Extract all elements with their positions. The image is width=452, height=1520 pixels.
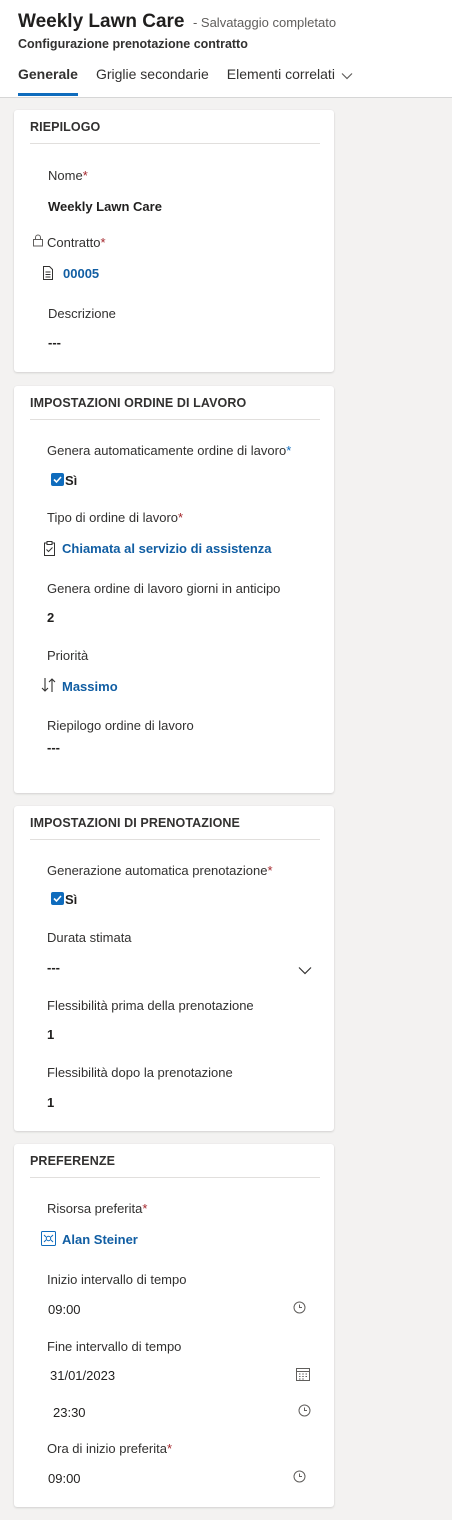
resource-icon [41, 1231, 56, 1251]
auto-generate-label: Genera automaticamente ordine di lavoro* [47, 443, 291, 458]
section-divider [30, 419, 320, 420]
save-status: - Salvataggio completato [192, 15, 337, 30]
name-label-text: Nome [48, 168, 83, 183]
auto-booking-label-text: Generazione automatica prenotazione [47, 863, 268, 878]
required-marker: * [166, 1441, 173, 1456]
contract-link[interactable]: 00005 [63, 266, 99, 281]
tab-bar: Generale Griglie secondarie Elementi cor… [18, 66, 371, 96]
tab-generale-label: Generale [18, 66, 78, 82]
window-end-time-field[interactable]: 23:30 [53, 1405, 86, 1420]
clipboard-icon [43, 541, 56, 561]
contract-label: Contratto* [47, 235, 106, 250]
section-title: PREFERENZE [30, 1154, 116, 1168]
recommended-marker: * [286, 443, 292, 458]
auto-generate-value: Sì [65, 473, 78, 488]
clock-icon[interactable] [293, 1470, 306, 1488]
work-order-type-label-text: Tipo di ordine di lavoro [47, 510, 179, 525]
preferences-section: PREFERENZE Risorsa preferita* Alan Stein… [14, 1144, 334, 1507]
name-field[interactable]: Weekly Lawn Care [48, 199, 162, 214]
section-title: IMPOSTAZIONI ORDINE DI LAVORO [30, 396, 247, 410]
required-marker: * [142, 1201, 148, 1216]
window-start-label: Inizio intervallo di tempo [47, 1272, 187, 1287]
document-icon [42, 266, 54, 285]
flex-after-label: Flessibilità dopo la prenotazione [47, 1065, 233, 1080]
section-title: IMPOSTAZIONI DI PRENOTAZIONE [30, 816, 240, 830]
work-order-type-link[interactable]: Chiamata al servizio di assistenza [62, 541, 272, 556]
auto-booking-checkbox[interactable] [51, 892, 64, 905]
preferred-resource-link[interactable]: Alan Steiner [62, 1232, 138, 1247]
description-label: Descrizione [48, 306, 116, 321]
form-header: Weekly Lawn Care - Salvataggio completat… [0, 0, 452, 98]
section-title: RIEPILOGO [30, 120, 101, 134]
window-start-field[interactable]: 09:00 [48, 1302, 81, 1317]
priority-link[interactable]: Massimo [62, 679, 118, 694]
preferred-resource-label-text: Risorsa preferita [47, 1201, 143, 1216]
duration-dropdown[interactable]: --- [47, 960, 317, 980]
required-marker: * [100, 235, 106, 250]
chevron-down-icon[interactable] [298, 962, 312, 980]
duration-value: --- [47, 960, 60, 975]
window-end-date-field[interactable]: 31/01/2023 [50, 1368, 115, 1383]
auto-booking-label: Generazione automatica prenotazione* [47, 863, 273, 878]
days-in-advance-label: Genera ordine di lavoro giorni in antici… [47, 581, 281, 596]
preferred-start-time-label: Ora di inizio preferita* [47, 1441, 172, 1456]
title-row: Weekly Lawn Care - Salvataggio completat… [18, 11, 336, 33]
clock-icon[interactable] [298, 1404, 311, 1422]
work-order-type-label: Tipo di ordine di lavoro* [47, 510, 183, 525]
lock-icon [32, 234, 44, 252]
required-marker: * [267, 863, 273, 878]
record-title: Weekly Lawn Care [18, 11, 185, 32]
clock-icon[interactable] [293, 1301, 306, 1319]
tab-griglie-secondarie[interactable]: Griglie secondarie [96, 66, 209, 96]
description-field[interactable]: --- [48, 335, 61, 350]
priority-label: Priorità [47, 648, 89, 663]
form-subtitle: Configurazione prenotazione contratto [18, 37, 248, 51]
required-marker: * [178, 510, 184, 525]
auto-booking-value: Sì [65, 892, 78, 907]
flex-after-field[interactable]: 1 [47, 1095, 54, 1110]
required-marker: * [82, 168, 88, 183]
flex-before-field[interactable]: 1 [47, 1027, 54, 1042]
duration-label: Durata stimata [47, 930, 132, 945]
summary-section: RIEPILOGO Nome* Weekly Lawn Care Contrat… [14, 110, 334, 372]
tab-griglie-label: Griglie secondarie [95, 66, 209, 82]
section-divider [30, 839, 320, 840]
tab-elementi-label: Elementi correlati [226, 66, 335, 82]
tab-elementi-correlati[interactable]: Elementi correlati [227, 66, 353, 96]
booking-settings-section: IMPOSTAZIONI DI PRENOTAZIONE Generazione… [14, 806, 334, 1131]
contract-label-text: Contratto [47, 235, 101, 250]
work-order-summary-field[interactable]: --- [47, 740, 60, 755]
section-divider [30, 1177, 320, 1178]
tab-generale[interactable]: Generale [18, 66, 78, 96]
preferred-start-time-label-text: Ora di inizio preferita [47, 1441, 167, 1456]
preferred-resource-label: Risorsa preferita* [47, 1201, 147, 1216]
sort-arrows-icon [41, 677, 56, 698]
days-in-advance-field[interactable]: 2 [47, 610, 54, 625]
calendar-icon[interactable] [296, 1368, 310, 1386]
window-end-label: Fine intervallo di tempo [47, 1339, 182, 1354]
section-divider [30, 143, 320, 144]
preferred-start-time-field[interactable]: 09:00 [48, 1471, 81, 1486]
name-label: Nome* [48, 168, 88, 183]
flex-before-label: Flessibilità prima della prenotazione [47, 998, 254, 1013]
chevron-down-icon [341, 67, 353, 83]
auto-generate-label-text: Genera automaticamente ordine di lavoro [47, 443, 287, 458]
auto-generate-checkbox[interactable] [51, 473, 64, 486]
work-order-settings-section: IMPOSTAZIONI ORDINE DI LAVORO Genera aut… [14, 386, 334, 793]
work-order-summary-label: Riepilogo ordine di lavoro [47, 718, 194, 733]
